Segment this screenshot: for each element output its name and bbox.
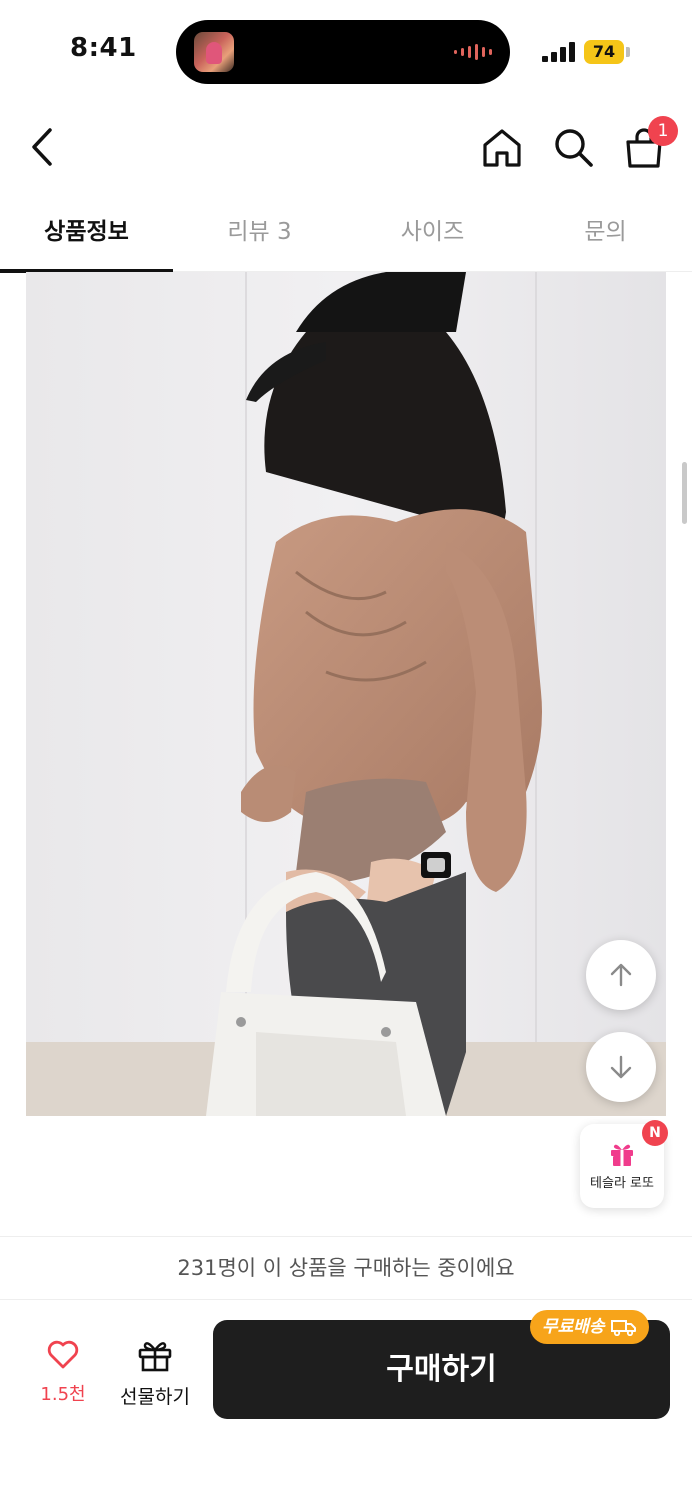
gift-icon xyxy=(138,1342,172,1372)
gift-label: 선물하기 xyxy=(120,1386,190,1408)
product-photo xyxy=(26,272,666,1116)
scroll-to-bottom-button[interactable] xyxy=(586,1032,656,1102)
free-shipping-label: 무료배송 xyxy=(542,1317,605,1337)
scrollbar[interactable] xyxy=(682,462,687,524)
status-time: 8:41 xyxy=(70,33,137,63)
product-tabs: 상품정보 리뷰 3 사이즈 문의 xyxy=(0,196,692,273)
battery-indicator: 74 xyxy=(584,40,624,64)
search-button[interactable] xyxy=(550,124,598,172)
battery-cap xyxy=(626,47,630,57)
free-shipping-badge: 무료배송 xyxy=(530,1310,649,1344)
truck-icon xyxy=(610,1320,636,1336)
arrow-down-icon xyxy=(610,1055,632,1079)
tab-product-info[interactable]: 상품정보 xyxy=(0,196,173,273)
home-button[interactable] xyxy=(478,124,526,172)
tab-reviews[interactable]: 리뷰 3 xyxy=(173,196,346,271)
back-button[interactable] xyxy=(24,122,64,172)
lotto-label: 테슬라 로또 xyxy=(590,1176,654,1191)
new-badge: N xyxy=(642,1120,668,1146)
buyers-notice: 231명이 이 상품을 구매하는 중이에요 xyxy=(0,1236,692,1300)
tab-size[interactable]: 사이즈 xyxy=(346,196,519,271)
now-playing-artwork xyxy=(194,32,234,72)
tab-inquiry[interactable]: 문의 xyxy=(519,196,692,271)
heart-icon xyxy=(47,1340,79,1369)
arrow-up-icon xyxy=(610,963,632,987)
home-icon xyxy=(483,129,521,167)
gift-icon xyxy=(611,1144,633,1166)
chevron-left-icon xyxy=(32,128,52,166)
scroll-to-top-button[interactable] xyxy=(586,940,656,1010)
status-bar: 8:41 74 xyxy=(0,0,692,100)
cellular-signal-icon xyxy=(542,42,576,62)
dynamic-island[interactable] xyxy=(176,20,510,84)
like-button[interactable]: 1.5천 xyxy=(22,1338,104,1418)
top-navigation xyxy=(0,104,692,194)
like-count: 1.5천 xyxy=(40,1384,86,1405)
gift-button[interactable]: 선물하기 xyxy=(112,1338,198,1418)
search-icon xyxy=(555,129,593,167)
audio-waveform-icon xyxy=(454,44,492,60)
cart-count-badge: 1 xyxy=(648,116,678,146)
